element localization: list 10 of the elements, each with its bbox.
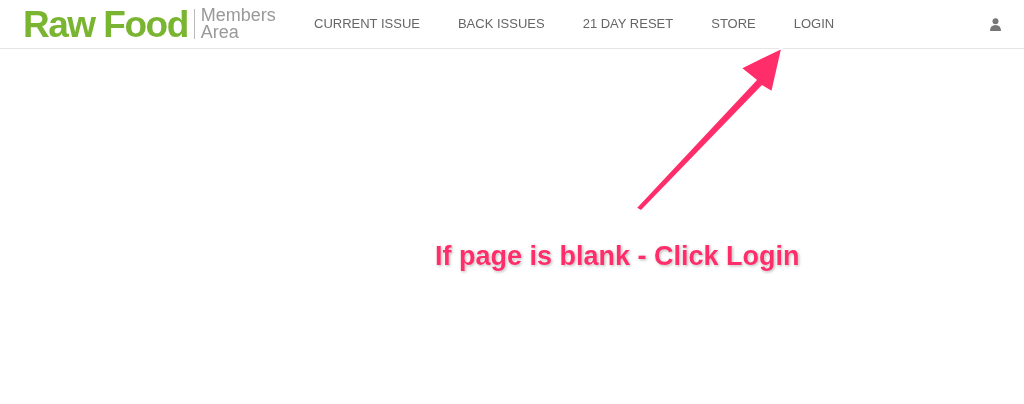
logo-brand: Raw Food [23, 5, 188, 43]
logo-subtitle: Members [200, 7, 276, 24]
nav-link[interactable]: STORE [702, 14, 765, 34]
annotation-text: If page is blank - Click Login [435, 240, 800, 273]
nav-link[interactable]: CURRENT ISSUE [305, 14, 429, 34]
user-icon[interactable] [990, 17, 1001, 31]
nav-link[interactable]: LOGIN [784, 14, 844, 34]
logo-subtitle: Area [200, 24, 240, 41]
nav-link[interactable]: BACK ISSUES [448, 14, 554, 34]
nav-link[interactable]: 21 DAY RESET [573, 14, 683, 34]
